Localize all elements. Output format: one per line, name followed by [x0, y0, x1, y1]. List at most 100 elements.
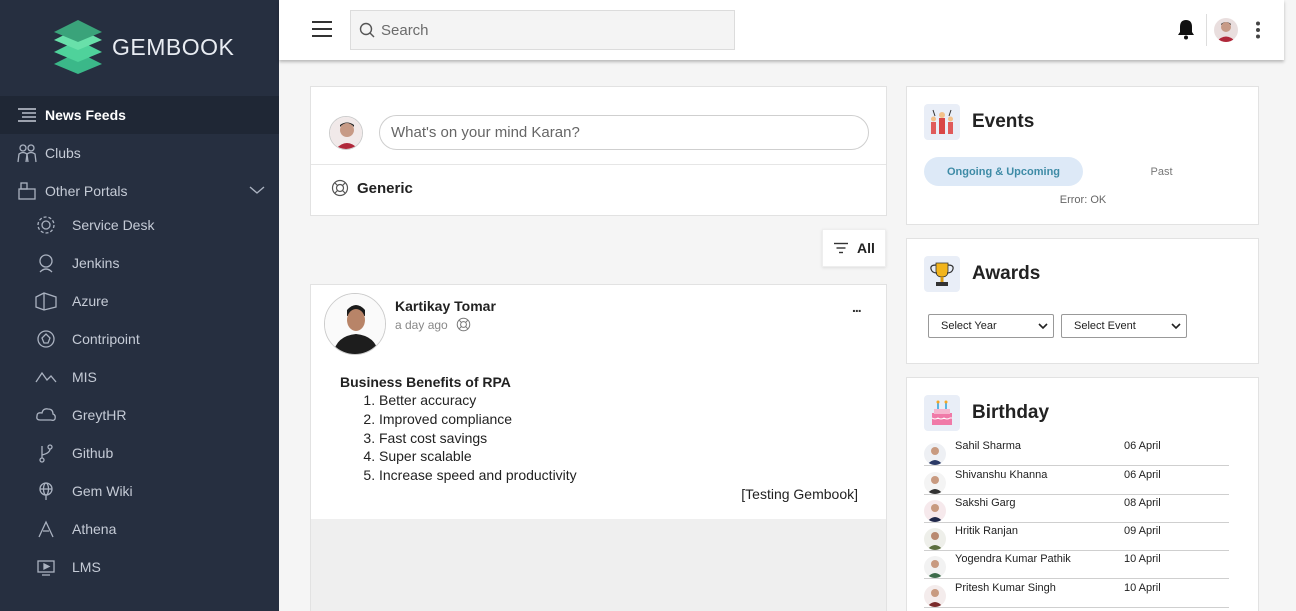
chevron-down-icon — [1171, 323, 1181, 330]
sidebar-item-label: Gem Wiki — [72, 483, 133, 499]
birthday-card: Birthday Sahil Sharma 06 April Shivanshu… — [906, 377, 1259, 611]
avatar — [924, 528, 946, 550]
channel-label: Generic — [357, 179, 413, 197]
tab-past[interactable]: Past — [1118, 157, 1205, 186]
portals-icon — [15, 180, 39, 202]
app-logo[interactable]: GEMBOOK — [0, 0, 279, 94]
post-author[interactable]: Kartikay Tomar — [395, 298, 496, 314]
divider — [1206, 14, 1207, 46]
lms-icon — [34, 556, 58, 578]
list-item: Fast cost savings — [379, 430, 577, 449]
divider — [311, 164, 886, 165]
filter-icon — [834, 242, 849, 254]
feed-post: Kartikay Tomar a day ago ... Business Be… — [310, 284, 887, 611]
sidebar-item-lms[interactable]: LMS — [0, 548, 279, 586]
gembook-logo-icon — [54, 20, 102, 74]
search-input[interactable] — [381, 21, 721, 39]
sidebar-item-label: LMS — [72, 559, 101, 575]
contripoint-icon — [34, 328, 58, 350]
menu-icon[interactable] — [312, 21, 332, 37]
feed-filter-button[interactable]: All — [822, 229, 886, 267]
sidebar-item-news-feeds[interactable]: News Feeds — [0, 96, 279, 134]
post-signature: [Testing Gembook] — [741, 486, 858, 502]
sidebar-item-athena[interactable]: Athena — [0, 510, 279, 548]
post-time: a day ago — [395, 317, 448, 332]
sidebar: GEMBOOK News Feeds Clubs Other Portals S… — [0, 0, 279, 611]
sidebar-item-github[interactable]: Github — [0, 434, 279, 472]
post-options-button[interactable]: ... — [852, 299, 862, 315]
birthday-date: 06 April — [1124, 469, 1161, 481]
github-icon — [34, 442, 58, 464]
birthday-row[interactable]: Hritik Ranjan 09 April — [924, 523, 1229, 551]
birthday-row[interactable]: Sakshi Garg 08 April — [924, 495, 1229, 523]
birthday-name: Pritesh Kumar Singh — [955, 582, 1056, 594]
birthday-name: Shivanshu Khanna — [955, 469, 1048, 481]
post-composer: What's on your mind Karan? Generic — [310, 86, 887, 216]
list-item: Increase speed and productivity — [379, 467, 577, 486]
mis-icon — [34, 366, 58, 388]
birthday-name: Sakshi Garg — [955, 497, 1016, 509]
sidebar-item-label: Jenkins — [72, 255, 120, 271]
more-options-icon[interactable] — [1255, 21, 1261, 44]
sidebar-item-clubs[interactable]: Clubs — [0, 134, 279, 172]
birthday-date: 06 April — [1124, 440, 1161, 452]
birthday-date: 10 April — [1124, 553, 1161, 565]
post-media[interactable] — [311, 519, 886, 611]
list-item: Super scalable — [379, 448, 577, 467]
list-item: Better accuracy — [379, 392, 577, 411]
birthday-row[interactable]: Yogendra Kumar Pathik 10 April — [924, 551, 1229, 579]
search-box[interactable] — [350, 10, 735, 50]
sidebar-item-contripoint[interactable]: Contripoint — [0, 320, 279, 358]
chevron-down-icon[interactable] — [249, 182, 265, 198]
sidebar-item-gem-wiki[interactable]: Gem Wiki — [0, 472, 279, 510]
sidebar-item-jenkins[interactable]: Jenkins — [0, 244, 279, 282]
sidebar-item-label: Clubs — [45, 145, 81, 161]
sidebar-item-mis[interactable]: MIS — [0, 358, 279, 396]
post-title: Business Benefits of RPA — [340, 374, 511, 390]
birthday-name: Sahil Sharma — [955, 440, 1022, 452]
events-title: Events — [972, 111, 1035, 132]
birthday-date: 10 April — [1124, 582, 1161, 594]
birthday-row[interactable]: Sahil Sharma 06 April — [924, 438, 1229, 466]
sidebar-item-label: Github — [72, 445, 114, 461]
sidebar-item-greythr[interactable]: GreytHR — [0, 396, 279, 434]
channel-selector[interactable]: Generic — [331, 179, 413, 197]
birthday-row[interactable]: Pritesh Kumar Singh 10 April — [924, 580, 1229, 608]
sidebar-item-label: GreytHR — [72, 407, 127, 423]
avatar — [924, 585, 946, 607]
filter-label: All — [857, 240, 875, 256]
tab-ongoing-upcoming[interactable]: Ongoing & Upcoming — [924, 157, 1083, 186]
news-feed-icon — [15, 104, 39, 126]
events-message: Error: OK — [1059, 194, 1107, 206]
birthday-date: 08 April — [1124, 497, 1161, 509]
user-avatar[interactable] — [1214, 18, 1238, 42]
athena-icon — [34, 518, 58, 540]
select-event[interactable]: Select Event — [1061, 314, 1187, 338]
chevron-down-icon — [1038, 323, 1048, 330]
jenkins-icon — [34, 252, 58, 274]
select-year-label: Select Year — [941, 320, 997, 332]
birthday-cake-icon — [924, 395, 960, 431]
events-card: Events Ongoing & Upcoming Past Error: OK — [906, 86, 1259, 225]
composer-input[interactable]: What's on your mind Karan? — [379, 115, 869, 150]
author-avatar[interactable] — [324, 293, 386, 355]
sidebar-item-azure[interactable]: Azure — [0, 282, 279, 320]
awards-card: Awards Select Year Select Event — [906, 238, 1259, 364]
birthday-name: Hritik Ranjan — [955, 525, 1018, 537]
select-year[interactable]: Select Year — [928, 314, 1054, 338]
birthday-title: Birthday — [972, 402, 1050, 423]
generic-channel-icon — [456, 317, 470, 332]
notification-bell-icon[interactable] — [1176, 18, 1196, 45]
select-event-label: Select Event — [1074, 320, 1136, 332]
gem-wiki-icon — [34, 480, 58, 502]
sidebar-item-label: Other Portals — [45, 183, 128, 199]
top-bar — [279, 0, 1284, 60]
sidebar-item-other-portals[interactable]: Other Portals — [0, 172, 279, 210]
sidebar-item-service-desk[interactable]: Service Desk — [0, 206, 279, 244]
azure-icon — [34, 290, 58, 312]
clubs-icon — [15, 142, 39, 164]
birthday-row[interactable]: Shivanshu Khanna 06 April — [924, 467, 1229, 495]
generic-channel-icon — [331, 179, 349, 197]
avatar — [924, 500, 946, 522]
sidebar-item-label: MIS — [72, 369, 97, 385]
